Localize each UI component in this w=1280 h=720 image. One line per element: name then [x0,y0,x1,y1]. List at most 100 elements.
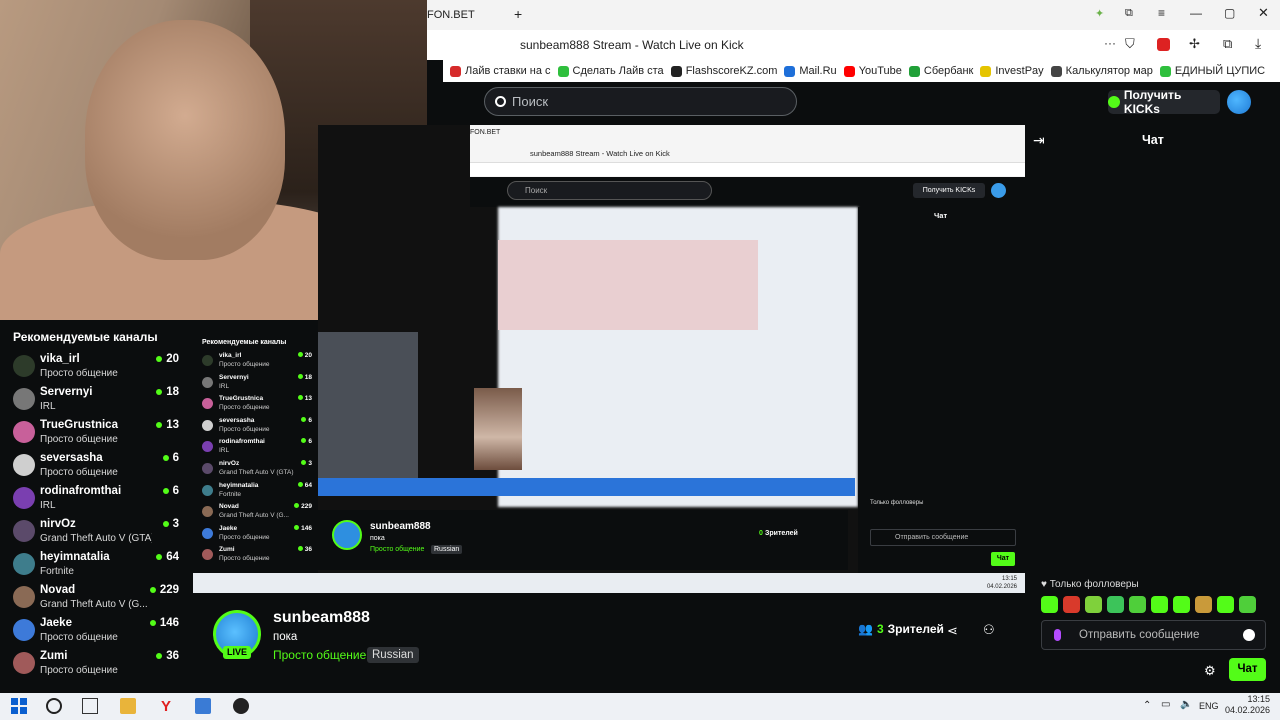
nested-channel: TrueGrustnica Просто общение 13 [202,395,312,417]
collapse-chat-icon[interactable]: ⇥ [1033,132,1045,149]
nested-channel-viewers: 20 [298,352,312,359]
chat-input[interactable]: Отправить сообщение [1041,620,1266,650]
viewers-label: Зрителей [887,622,944,636]
clock[interactable]: 13:15 04.02.2026 [1225,694,1270,716]
more-icon[interactable]: ··· [1104,36,1116,50]
nested-channel: rodinafromthai IRL 6 [202,438,312,460]
emote-icon[interactable] [1217,596,1234,613]
language-tag[interactable]: Russian [367,647,419,663]
chat-settings-icon[interactable]: ⚙ [1204,663,1216,679]
recommended-channel[interactable]: Zumi Просто общение 36 [13,650,179,683]
live-badge: LIVE [223,646,251,659]
task-view-icon[interactable] [82,698,98,714]
emote-icon[interactable] [1151,596,1168,613]
extensions-icon[interactable]: ✢ [1189,36,1200,52]
tray-chevron-icon[interactable]: ⌃ [1143,700,1151,711]
recommended-channel[interactable]: nirvOz Grand Theft Auto V (GTA) 3 [13,518,179,551]
obs-icon[interactable] [233,698,249,714]
nested-channel-category: IRL [219,382,230,390]
volume-icon[interactable]: 🔈 [1180,699,1192,710]
close-icon[interactable]: ✕ [1258,5,1269,21]
maximize-icon[interactable]: ▢ [1224,6,1235,20]
bookmark-item[interactable]: ЕДИНЫЙ ЦУПИС [1159,60,1265,82]
collections-icon[interactable]: ⧉ [1125,7,1133,20]
nested-channel-category: Просто общение [219,404,270,412]
emote-icon[interactable] [1129,596,1146,613]
emoji-icon[interactable] [1243,629,1255,641]
recommended-channel[interactable]: Jaeke Просто общение 146 [13,617,179,650]
nested-kicks-button: Получить KICKs [913,183,985,198]
bookmark-label: YouTube [858,65,902,77]
recommended-channel[interactable]: seversasha Просто общение 6 [13,452,179,485]
bookmark-item[interactable]: YouTube [843,60,902,82]
bookmark-item[interactable]: InvestPay [980,60,1044,82]
search-taskbar-icon[interactable] [46,698,62,714]
network-icon[interactable]: ▭ [1161,699,1170,710]
channel-avatar [13,454,35,476]
get-kicks-label: Получить KICKs [1123,88,1182,116]
bookmark-item[interactable]: Калькулятор мар [1050,60,1153,82]
nested-channel-avatar [202,484,213,496]
emote-icon[interactable] [1041,596,1058,613]
channel-viewers: 146 [150,617,179,629]
nested-channel: Servernyi IRL 18 [202,374,312,396]
recommended-channel[interactable]: Novad Grand Theft Auto V (G... 229 [13,584,179,617]
emote-icon[interactable] [1239,596,1256,613]
windows-taskbar [0,693,1280,720]
bookmark-item[interactable]: Сбербанк [908,60,973,82]
emote-icon[interactable] [1085,596,1102,613]
download-icon[interactable]: ⤓ [1255,35,1261,52]
streamer-name[interactable]: sunbeam888 [273,609,370,627]
nested-clock-time: 13:15 [1001,576,1017,582]
recommended-channel[interactable]: Servernyi IRL 18 [13,386,179,419]
nested-channel-viewers: 146 [294,525,312,532]
emote-icon[interactable] [1107,596,1124,613]
bookmark-favicon-icon [557,65,569,77]
share-icon[interactable]: ⋖ [947,623,958,639]
emote-icon[interactable] [1173,596,1190,613]
channel-avatar [13,586,35,608]
minimize-icon[interactable]: — [1190,6,1202,20]
nested-channel-name: Novad [219,503,239,511]
channel-category: Просто общение [40,467,118,478]
nested-page-title: sunbeam888 Stream - Watch Live on Kick [530,149,670,158]
channel-viewers: 64 [156,551,179,563]
category-link[interactable]: Просто общение [273,648,366,662]
language-indicator[interactable]: ENG [1199,701,1219,711]
collections-icon[interactable]: ⧉ [1223,36,1232,52]
nested-channel-viewers: 36 [298,546,312,553]
chat-send-button[interactable]: Чат [1229,658,1266,681]
nested-channel-viewers: 64 [298,482,312,489]
yandex-browser-icon[interactable]: Y [158,698,174,715]
recommended-channel[interactable]: rodinafromthai IRL 6 [13,485,179,518]
channel-avatar [13,355,35,377]
clock-time: 13:15 [1247,694,1271,704]
emote-icon[interactable] [1063,596,1080,613]
bookmark-favicon-icon [843,65,855,77]
bookmark-item[interactable]: Лайв ставки на с [450,60,551,82]
recommended-channel[interactable]: vika_irl Просто общение 20 [13,353,179,386]
search-input[interactable]: Поиск [484,87,797,116]
recommended-channel[interactable]: heyimnatalia Fortnite 64 [13,551,179,584]
bookmark-item[interactable]: FlashscoreKZ.com [670,60,777,82]
bookmark-star-icon[interactable]: ✦ [1095,7,1104,20]
nested-photo [474,388,522,470]
user-avatar[interactable] [1227,90,1251,114]
tab-fonbet[interactable]: FON.BET [427,9,475,21]
calculator-icon[interactable] [195,698,211,714]
page-title: sunbeam888 Stream - Watch Live on Kick [520,38,744,52]
adblock-icon[interactable] [1157,38,1170,51]
get-kicks-button[interactable]: Получить KICKs [1108,88,1220,116]
new-tab-button[interactable]: + [514,6,522,22]
nested-channel: vika_irl Просто общение 20 [202,352,312,374]
emote-icon[interactable] [1195,596,1212,613]
bookmark-icon[interactable]: ⛉ [1125,36,1135,52]
bookmark-item[interactable]: Mail.Ru [784,60,837,82]
channel-name: nirvOz [40,518,76,530]
bookmark-item[interactable]: Сделать Лайв ста [557,60,664,82]
file-explorer-icon[interactable] [120,698,136,714]
recommended-channel[interactable]: TrueGrustnica Просто общение 13 [13,419,179,452]
follow-icon[interactable]: ⚇ [983,622,995,638]
start-icon[interactable] [11,698,27,714]
menu-icon[interactable]: ≡ [1158,6,1165,20]
